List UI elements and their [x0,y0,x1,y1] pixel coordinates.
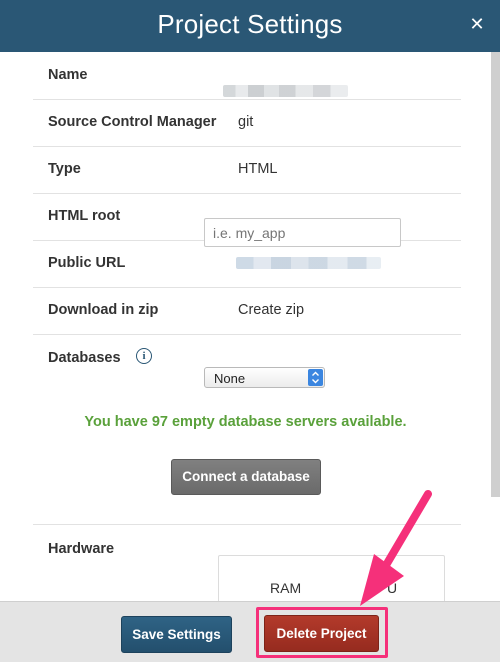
stepper-icon [308,369,323,386]
row-public-url: Public URL [33,240,461,288]
databases-select[interactable]: None [204,367,325,388]
databases-label: Databases [48,350,121,366]
scrollbar[interactable] [491,52,500,497]
hardware-label: Hardware [48,541,115,557]
dialog-footer: Save Settings Delete Project [0,601,500,662]
type-label: Type [48,161,81,177]
public-url-label: Public URL [48,255,126,271]
public-url-redacted [236,257,381,269]
save-settings-button[interactable]: Save Settings [121,616,232,653]
annotation-highlight-box [256,607,388,658]
name-value-redacted [223,85,348,97]
connect-database-button[interactable]: Connect a database [171,459,321,495]
close-icon[interactable]: ✕ [466,13,488,35]
row-type: Type HTML [33,146,461,194]
type-value: HTML [238,161,278,177]
row-download: Download in zip Create zip [33,287,461,335]
databases-selected-value: None [214,371,246,386]
scm-value: git [238,114,254,130]
info-icon[interactable]: i [136,348,152,364]
dialog-header: Project Settings ✕ [0,0,500,52]
create-zip-link[interactable]: Create zip [238,302,304,318]
database-availability-message: You have 97 empty database servers avail… [84,414,407,430]
name-label: Name [48,67,88,83]
row-scm: Source Control Manager git [33,99,461,147]
row-name: Name [33,52,461,100]
html-root-label: HTML root [48,208,121,224]
project-settings-dialog: Project Settings ✕ Name Source Control M… [0,0,500,662]
annotation-arrow [360,490,432,606]
scm-label: Source Control Manager [48,114,217,130]
dialog-title: Project Settings [157,9,343,39]
ram-label: RAM [270,580,302,596]
download-label: Download in zip [48,302,159,318]
